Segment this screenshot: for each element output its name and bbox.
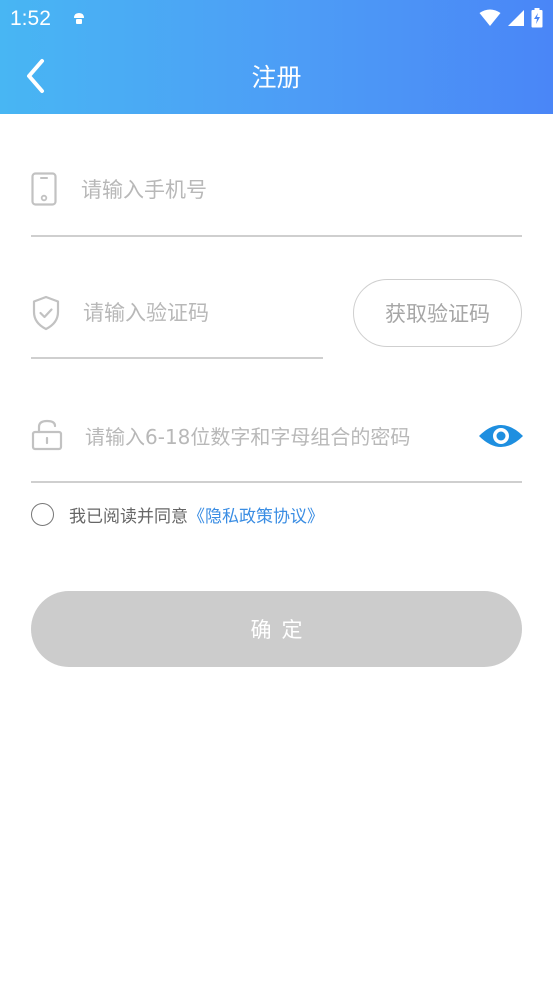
page-title: 注册 [251, 63, 302, 92]
get-code-button[interactable]: 获取验证码 [353, 279, 522, 347]
shield-check-icon [31, 295, 61, 335]
status-bar: 1:52 [0, 0, 553, 38]
phone-input[interactable] [81, 174, 481, 206]
battery-charging-icon [531, 8, 543, 32]
confirm-button[interactable]: 确定 [31, 591, 522, 667]
status-icons [479, 8, 543, 32]
app-header: 1:52 注册 [0, 0, 553, 114]
wifi-icon [479, 9, 501, 31]
password-input[interactable] [85, 421, 470, 453]
agreement-text: 我已阅读并同意 [69, 506, 188, 527]
agree-checkbox[interactable] [31, 502, 54, 526]
code-divider [31, 357, 323, 359]
code-input[interactable] [83, 297, 313, 329]
eye-icon[interactable] [478, 420, 524, 452]
privacy-policy-link[interactable]: 《隐私政策协议》 [188, 502, 324, 527]
cell-signal-icon [507, 9, 525, 31]
agreement-row: 我已阅读并同意 《隐私政策协议》 [31, 502, 324, 527]
phone-icon [31, 172, 57, 210]
android-bug-icon [72, 11, 86, 30]
status-time: 1:52 [10, 7, 51, 30]
password-divider [31, 481, 522, 483]
phone-divider [31, 235, 522, 237]
unlock-icon [31, 419, 63, 455]
